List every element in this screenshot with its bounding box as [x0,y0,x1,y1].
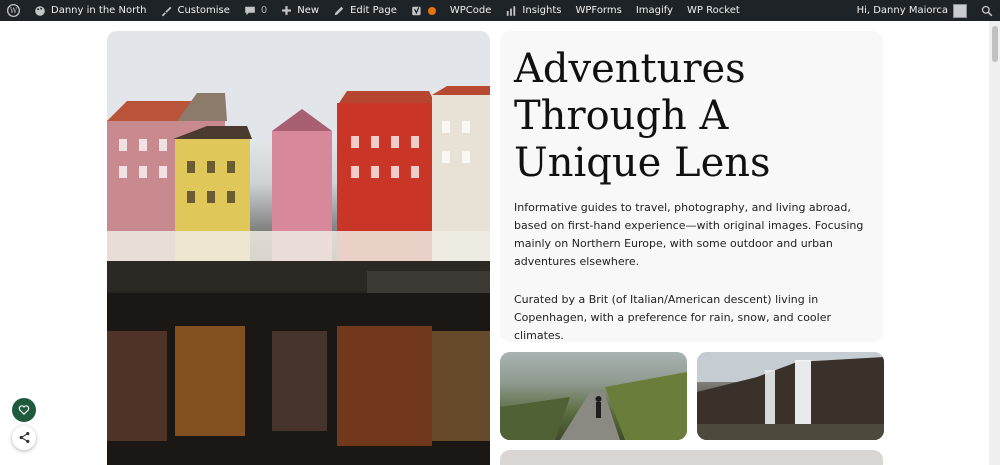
wp-rocket-label: WP Rocket [687,5,740,16]
site-name-label: Danny in the North [51,5,147,16]
insights-menu[interactable]: Insights [498,0,568,21]
imagify-label: Imagify [635,5,674,16]
wordpress-icon: W [7,4,20,17]
next-row-thumbnail[interactable] [500,450,883,465]
brush-icon [160,5,172,17]
yoast-icon [411,5,423,17]
edit-page-link[interactable]: Edit Page [326,0,404,21]
trail-illustration [500,372,687,440]
greeting-label: Hi, Danny Maiorca [856,5,948,16]
wpforms-menu[interactable]: WPForms [569,0,629,21]
new-label: New [297,5,320,16]
wordpress-logo-button[interactable]: W [0,0,27,21]
customise-link[interactable]: Customise [153,0,236,21]
waterfall-illustration [697,352,884,440]
hero-curated-text: Curated by a Brit (of Italian/American d… [514,293,832,342]
account-menu[interactable]: Hi, Danny Maiorca [850,0,974,21]
wpforms-label: WPForms [575,5,622,16]
bar-chart-icon [505,5,517,17]
edit-page-label: Edit Page [350,5,397,16]
new-content-link[interactable]: New [274,0,326,21]
share-icon [18,429,31,448]
wpcode-menu[interactable]: WPCode [443,0,499,21]
hero-description: Informative guides to travel, photograph… [514,201,864,268]
hiking-trail-thumbnail[interactable] [500,352,687,440]
customise-label: Customise [177,5,230,16]
avatar [953,3,967,18]
comments-link[interactable]: 0 [237,0,274,21]
comments-count: 0 [260,5,268,16]
hero-title: Adventures Through A Unique Lens [514,46,771,186]
heart-icon [18,401,30,420]
wpcode-label: WPCode [449,5,492,16]
search-icon [981,5,993,17]
wp-rocket-menu[interactable]: WP Rocket [680,0,747,21]
imagify-menu[interactable]: Imagify [629,0,680,21]
waterfall-thumbnail[interactable] [697,352,884,440]
scrollbar-track[interactable] [989,21,1000,465]
site-name-link[interactable]: Danny in the North [27,0,153,21]
comment-icon [244,5,256,17]
admin-bar: W Danny in the North Customise 0 New Edi… [0,0,1000,21]
hero-photo [107,31,490,465]
palette-icon [34,5,46,17]
seo-status-dot [427,6,436,15]
share-button[interactable] [12,426,36,450]
harbour-illustration [107,31,490,465]
pencil-icon [333,5,345,17]
yoast-seo-menu[interactable] [404,0,443,21]
svg-text:W: W [10,6,18,15]
like-button[interactable] [12,398,36,422]
insights-label: Insights [522,5,562,16]
plus-icon [281,5,292,16]
scrollbar-thumb[interactable] [992,26,998,62]
admin-search-button[interactable] [974,0,1000,21]
